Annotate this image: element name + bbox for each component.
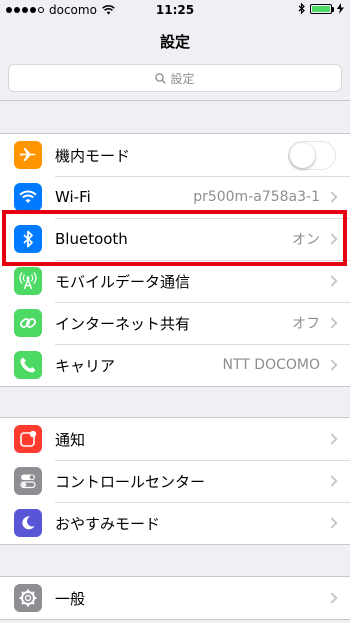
page-title: 設定 [159,33,190,51]
search-placeholder: 設定 [170,71,195,86]
settings-row-notifications[interactable]: 通知 [0,418,350,460]
control-center-label: コントロールセンター [55,472,206,491]
wifi-label: Wi-Fi [55,188,91,206]
carrier-name: docomo [49,3,97,17]
cellular-data-label: モバイルデータ通信 [55,272,191,291]
settings-row-airplane[interactable]: 機内モード [0,134,350,176]
chevron-right-icon [326,433,338,445]
do-not-disturb-label: おやすみモード [55,514,161,533]
general-label: 一般 [55,589,86,608]
wifi-icon [14,183,42,211]
toggle-knob [290,142,315,168]
phone-icon [14,351,42,379]
settings-row-cellular[interactable]: モバイルデータ通信 [0,260,350,302]
hotspot-status-value: オフ [292,316,320,332]
search-input[interactable]: 設定 [8,64,342,92]
chevron-right-icon [326,359,338,371]
status-bar: docomo 11:25 [0,0,350,20]
bluetooth-label: Bluetooth [55,230,128,248]
header-divider [0,100,350,101]
airplane-mode-toggle[interactable] [288,140,336,170]
settings-row-dnd[interactable]: おやすみモード [0,502,350,544]
moon-icon [14,509,42,537]
chevron-right-icon [326,475,338,487]
settings-row-bluetooth[interactable]: Bluetooth オン [0,218,350,260]
status-right [298,3,344,14]
link-icon [14,309,42,337]
airplane-icon [14,141,42,169]
carrier-value: NTT DOCOMO [222,357,320,373]
airplane-mode-label: 機内モード [55,146,131,165]
gear-icon [14,584,42,612]
settings-row-carrier[interactable]: キャリア NTT DOCOMO [0,344,350,386]
notifications-label: 通知 [55,430,86,449]
wifi-network-value: pr500m-a758a3-1 [193,189,320,205]
settings-row-hotspot[interactable]: インターネット共有 オフ [0,302,350,344]
chevron-right-icon [326,233,338,245]
chevron-right-icon [326,317,338,329]
notifications-icon [14,425,42,453]
signal-strength-icon [6,7,44,13]
settings-row-control-center[interactable]: コントロールセンター [0,460,350,502]
charging-icon [337,3,344,14]
search-icon [155,72,167,84]
connectivity-section: 機内モード Wi-Fi pr500m-a758a3-1 Bluetooth オン [0,133,350,387]
chevron-right-icon [326,275,338,287]
bluetooth-status-value: オン [292,232,320,248]
notifications-section: 通知 コントロールセンター おやすみモード [0,417,350,545]
settings-row-general[interactable]: 一般 [0,577,350,619]
personal-hotspot-label: インターネット共有 [55,314,191,333]
bluetooth-status-icon [298,3,305,14]
status-left: docomo [6,3,115,17]
chevron-right-icon [326,592,338,604]
chevron-right-icon [326,517,338,529]
carrier-label: キャリア [55,356,116,375]
toggles-icon [14,467,42,495]
battery-icon [310,3,334,14]
wifi-status-icon [102,5,115,15]
antenna-icon [14,267,42,295]
bluetooth-icon [14,225,42,253]
chevron-right-icon [326,191,338,203]
general-section: 一般 [0,576,350,620]
settings-row-wifi[interactable]: Wi-Fi pr500m-a758a3-1 [0,176,350,218]
